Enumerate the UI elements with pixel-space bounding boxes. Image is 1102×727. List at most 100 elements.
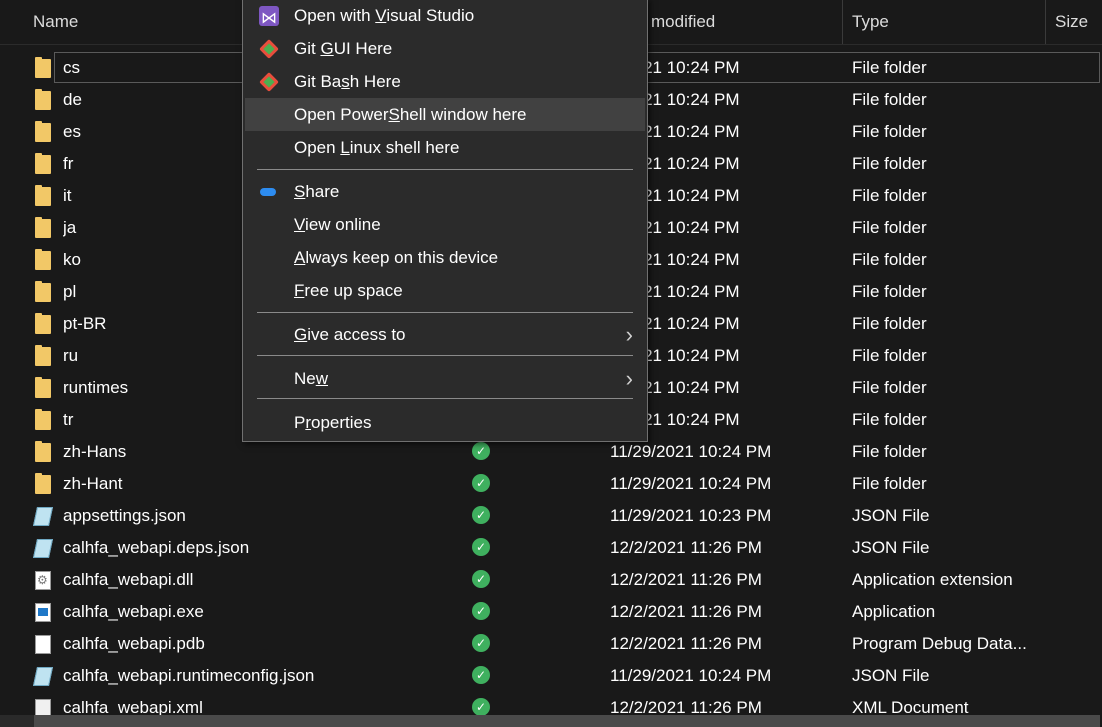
folder-icon: [35, 473, 51, 494]
date-modified: 12/2/2021 11:26 PM: [610, 634, 762, 653]
file-name: calhfa_webapi.runtimeconfig.json: [63, 666, 315, 685]
menu-item-open-powershell[interactable]: Open PowerShell window here: [245, 98, 645, 131]
dll-icon: [35, 564, 51, 596]
folder-icon: [35, 409, 51, 430]
file-row[interactable]: calhfa_webapi.dll ✓ 12/2/2021 11:26 PM Appl…: [0, 564, 1102, 596]
file-row[interactable]: calhfa_webapi.runtimeconfig.json ✓ 11/29/2…: [0, 660, 1102, 692]
menu-item-label: View online: [294, 215, 381, 234]
menu-item-label: New: [294, 369, 329, 388]
menu-item-properties[interactable]: Properties: [245, 406, 645, 439]
file-row[interactable]: appsettings.json ✓ 11/29/2021 10:23 PM JSON…: [0, 500, 1102, 532]
menu-item-new[interactable]: New ›: [245, 362, 645, 395]
chevron-right-icon: ›: [625, 322, 633, 347]
file-row[interactable]: zh-Hant ✓ 11/29/2021 10:24 PM File folder: [0, 468, 1102, 500]
scrollbar-track: [0, 715, 34, 727]
menu-item-always-keep[interactable]: Always keep on this device: [245, 241, 645, 274]
file-type: File folder: [852, 282, 927, 301]
folder-icon: [35, 57, 51, 78]
file-row[interactable]: calhfa_webapi.exe ✓ 12/2/2021 11:26 PM Appl…: [0, 596, 1102, 628]
sync-status-check-icon: ✓: [472, 570, 490, 588]
file-type: File folder: [852, 90, 927, 109]
json-icon: [32, 667, 54, 686]
menu-item-give-access[interactable]: Give access to ›: [245, 318, 645, 351]
onedrive-cloud-icon: [259, 182, 279, 202]
menu-item-git-bash[interactable]: Git Bash Here: [245, 65, 645, 98]
sync-status-check-icon: ✓: [472, 602, 490, 620]
chevron-right-icon: ›: [625, 366, 633, 391]
folder-icon: [35, 441, 51, 462]
file-row[interactable]: calhfa_webapi.deps.json ✓ 12/2/2021 11:26 …: [0, 532, 1102, 564]
date-modified: 11/29/2021 10:24 PM: [610, 474, 772, 493]
folder-icon: [35, 345, 51, 366]
menu-item-label: Share: [294, 182, 340, 201]
folder-icon: [35, 185, 51, 206]
sync-status-check-icon: ✓: [472, 442, 490, 460]
column-header-name[interactable]: Name: [33, 0, 78, 44]
file-type: JSON File: [852, 538, 930, 557]
menu-item-label: Open Linux shell here: [294, 138, 460, 157]
file-type: File folder: [852, 378, 927, 397]
menu-item-git-gui[interactable]: Git GUI Here: [245, 32, 645, 65]
file-type: JSON File: [852, 666, 930, 685]
folder-icon: [35, 217, 51, 238]
menu-item-label: Properties: [294, 413, 372, 432]
column-header-type[interactable]: Type: [852, 0, 889, 44]
file-type: JSON File: [852, 506, 930, 525]
folder-icon: [35, 377, 51, 398]
file-type: File folder: [852, 442, 927, 461]
file-type: File folder: [852, 186, 927, 205]
date-modified: 12/2/2021 11:26 PM: [610, 538, 762, 557]
menu-item-label: Always keep on this device: [294, 248, 499, 267]
date-modified: 12/2/2021 11:26 PM: [610, 602, 762, 621]
file-name: calhfa_webapi.exe: [63, 602, 204, 621]
column-divider[interactable]: [842, 0, 843, 44]
folder-icon: [35, 153, 51, 174]
folder-icon: [35, 249, 51, 270]
file-row[interactable]: calhfa_webapi.pdb ✓ 12/2/2021 11:26 PM Prog…: [0, 628, 1102, 660]
file-type: File folder: [852, 410, 927, 429]
exe-icon: [35, 603, 51, 622]
menu-item-open-linux-shell[interactable]: Open Linux shell here: [245, 131, 645, 164]
sync-status-check-icon: ✓: [472, 634, 490, 652]
git-icon: [259, 39, 279, 59]
file-type: File folder: [852, 58, 927, 77]
menu-item-free-up-space[interactable]: Free up space: [245, 274, 645, 307]
visual-studio-icon: [259, 2, 279, 35]
file-type: File folder: [852, 250, 927, 269]
date-modified: 11/29/2021 10:23 PM: [610, 506, 772, 525]
menu-separator: [257, 398, 633, 399]
file-name: zh-Hant: [63, 474, 123, 493]
menu-item-share[interactable]: Share: [245, 175, 645, 208]
menu-item-label: Git GUI Here: [294, 39, 393, 58]
folder-icon: [35, 313, 51, 334]
file-name: calhfa_webapi.deps.json: [63, 538, 250, 557]
sync-status-check-icon: ✓: [472, 506, 490, 524]
column-header-size[interactable]: Size: [1055, 0, 1088, 44]
sync-status-check-icon: ✓: [472, 538, 490, 556]
sync-status-check-icon: ✓: [472, 666, 490, 684]
json-icon: [32, 507, 54, 526]
context-menu: Open with Visual Studio Git GUI Here Git B…: [242, 0, 648, 442]
file-type: File folder: [852, 346, 927, 365]
column-header-date-modified[interactable]: modified: [651, 0, 715, 44]
menu-item-open-visual-studio[interactable]: Open with Visual Studio: [245, 0, 645, 35]
folder-icon: [35, 281, 51, 302]
folder-icon: [35, 89, 51, 110]
menu-item-view-online[interactable]: View online: [245, 208, 645, 241]
file-type: File folder: [852, 474, 927, 493]
file-type: File folder: [852, 314, 927, 333]
menu-item-label: Open PowerShell window here: [294, 105, 527, 124]
file-name: appsettings.json: [63, 506, 186, 525]
menu-item-label: Open with Visual Studio: [294, 6, 475, 25]
file-name: calhfa_webapi.pdb: [63, 634, 205, 653]
horizontal-scrollbar-thumb[interactable]: [34, 715, 1100, 727]
file-type: File folder: [852, 122, 927, 141]
menu-item-label: Give access to: [294, 325, 406, 344]
menu-separator: [257, 169, 633, 170]
pdb-icon: [35, 635, 51, 654]
column-divider[interactable]: [1045, 0, 1046, 44]
date-modified: 12/2/2021 11:26 PM: [610, 570, 762, 589]
folder-icon: [35, 121, 51, 142]
menu-separator: [257, 312, 633, 313]
sync-status-check-icon: ✓: [472, 698, 490, 716]
